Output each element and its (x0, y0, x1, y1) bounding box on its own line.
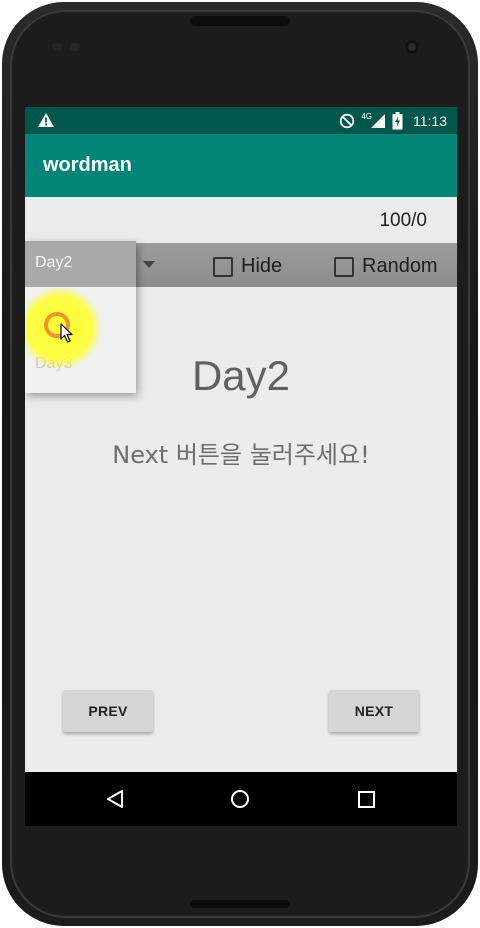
clock: 11:13 (413, 113, 447, 129)
dropdown-item-label: Day2 (35, 254, 73, 271)
cursor-icon (60, 323, 73, 343)
prev-button[interactable]: PREV (63, 690, 153, 732)
instruction-text: Next 버튼을 눌러주세요! (112, 441, 370, 469)
chevron-down-icon[interactable] (143, 261, 155, 268)
bottom-speaker (190, 900, 290, 908)
checkbox-icon[interactable] (213, 256, 233, 277)
signal-icon (371, 114, 385, 128)
hide-checkbox[interactable]: Hide (213, 255, 282, 278)
earpiece-speaker (190, 16, 290, 26)
dropdown-item-day2[interactable]: Day2 (25, 241, 136, 287)
random-checkbox[interactable]: Random (334, 255, 438, 278)
navigation-bar (25, 772, 457, 826)
next-button[interactable]: NEXT (329, 690, 419, 732)
back-icon[interactable] (105, 789, 125, 809)
status-icons: 4G 11:13 (339, 110, 447, 132)
do-not-disturb-icon (340, 113, 355, 129)
battery-charging-icon (392, 112, 403, 130)
recents-icon[interactable] (358, 791, 375, 808)
random-checkbox-label: Random (362, 255, 438, 277)
score-counter: 100/0 (379, 210, 427, 231)
main-content: 100/0 Hide Random Day2 Next 버튼을 눌러주세요! P… (25, 197, 457, 772)
checkbox-icon[interactable] (334, 256, 354, 277)
warning-icon (38, 113, 54, 127)
hide-checkbox-label: Hide (241, 255, 283, 277)
app-bar: wordman (25, 134, 457, 197)
light-sensor (70, 43, 80, 51)
device-screen: 4G 11:13 wordman 100/0 Hide Random Day2 … (25, 107, 457, 826)
home-icon[interactable] (230, 789, 250, 809)
app-title: wordman (43, 154, 132, 176)
front-camera (405, 40, 419, 54)
proximity-sensor (52, 43, 62, 51)
status-bar: 4G 11:13 (25, 107, 457, 134)
